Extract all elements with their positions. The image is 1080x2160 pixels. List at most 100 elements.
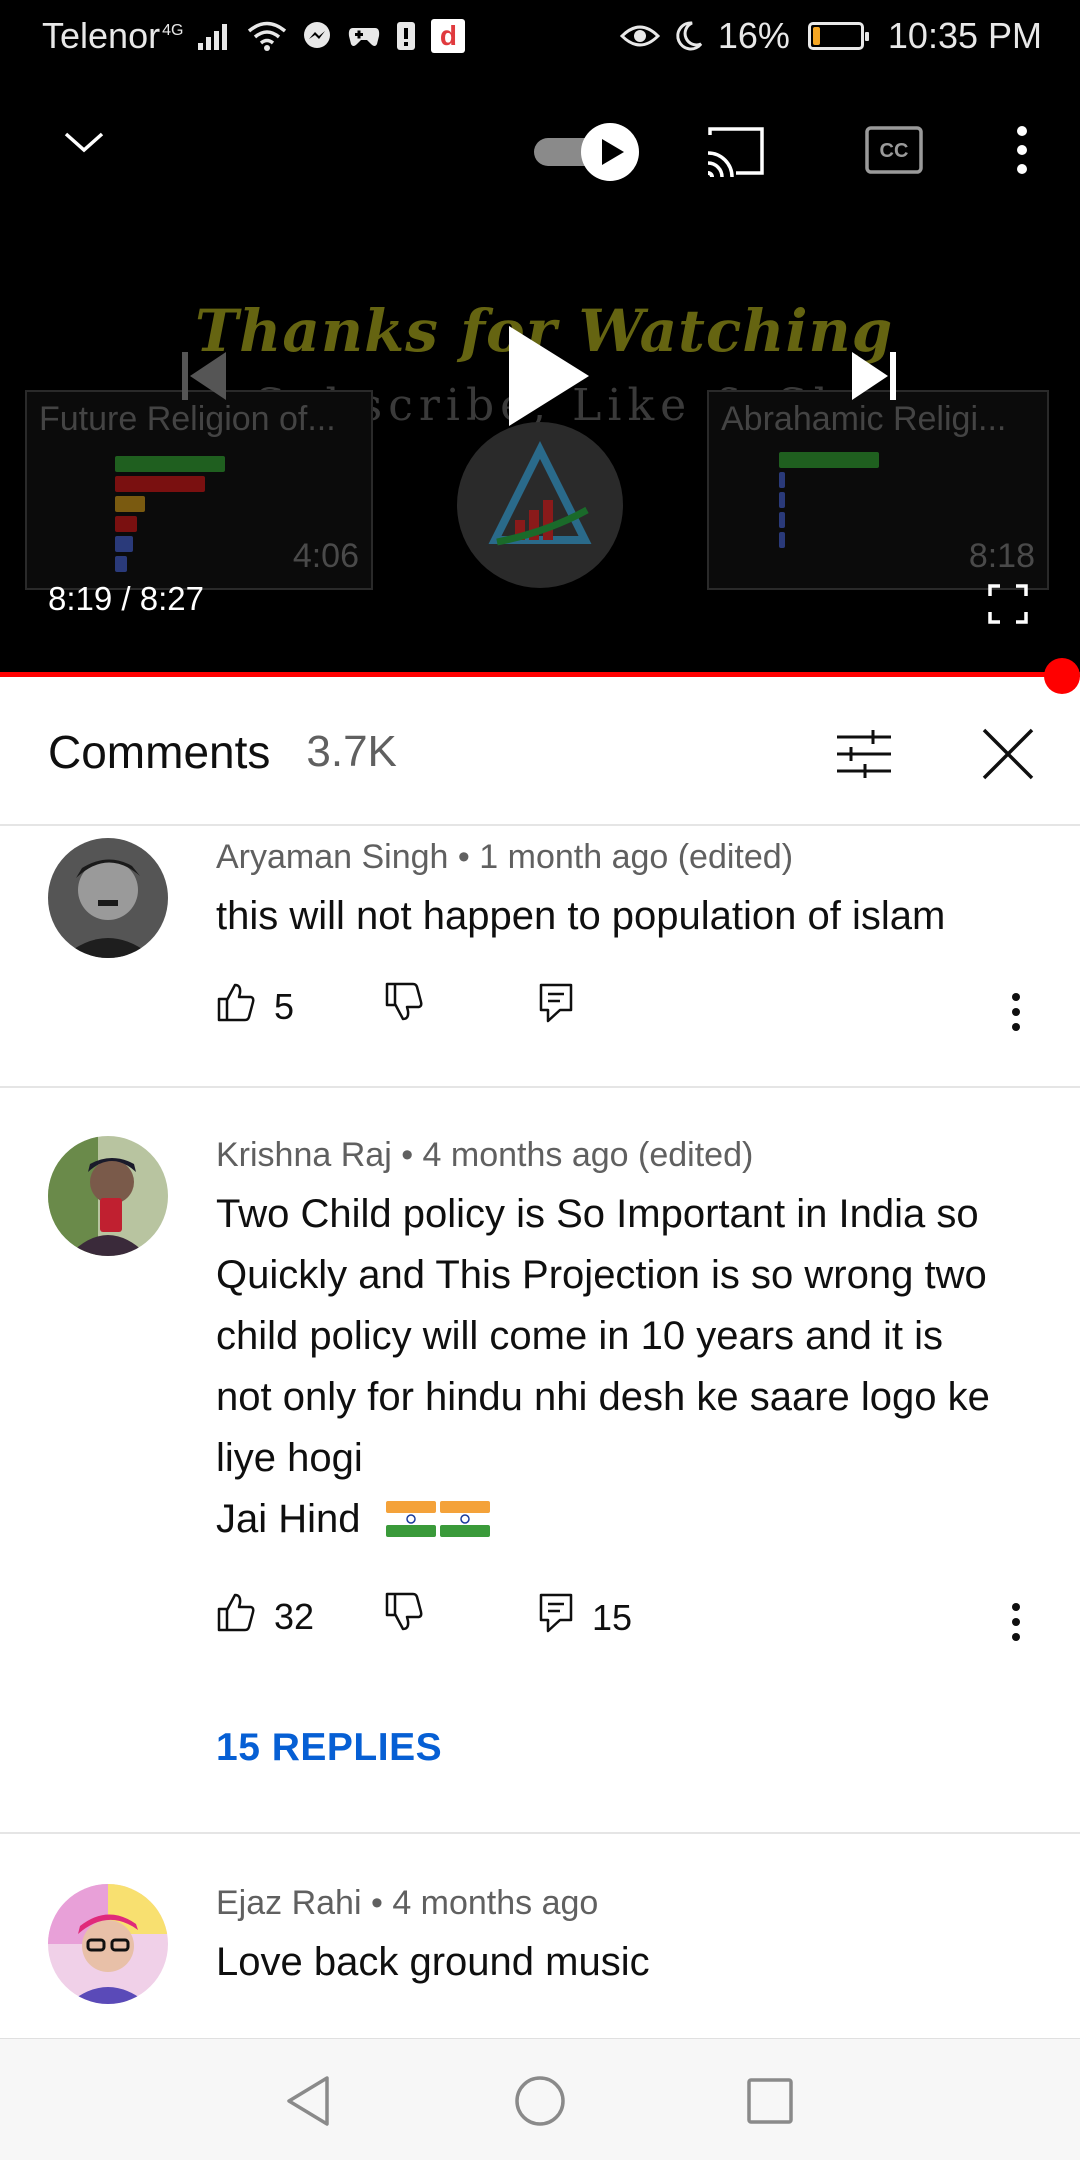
video-player[interactable]: Thanks for Watching Subscribe, Like & Sh… — [0, 72, 1080, 677]
collapse-chevron-icon[interactable] — [54, 112, 114, 172]
eye-comfort-icon — [619, 22, 660, 50]
svg-text:CC: CC — [880, 140, 909, 162]
battery-icon — [807, 22, 869, 50]
autoplay-toggle-icon[interactable] — [532, 122, 642, 182]
reply-icon — [538, 1592, 574, 1643]
daraz-app-icon: d — [431, 19, 466, 53]
battery-percent: 16% — [717, 15, 790, 56]
reply-count: 15 — [592, 1596, 633, 1638]
thumbs-down-icon — [384, 1592, 424, 1641]
home-icon[interactable] — [508, 2069, 572, 2133]
game-icon — [347, 22, 381, 50]
comment-meta: Ejaz Rahi • 4 months ago — [216, 1884, 598, 1923]
recents-icon[interactable] — [738, 2069, 802, 2133]
reply-button[interactable] — [538, 982, 574, 1033]
system-navigation-bar — [0, 2038, 1080, 2160]
thumb-bar — [115, 456, 225, 472]
current-time: 8:19 — [48, 580, 113, 617]
comment-line-with-flags: Jai Hind — [216, 1489, 1036, 1550]
comment-line: not only for hindu nhi desh ke saare log… — [216, 1375, 990, 1419]
battery-level — [812, 27, 821, 45]
comments-header: Comments 3.7K — [0, 680, 1080, 826]
thumbs-up-icon — [216, 1592, 256, 1641]
network-type: 4G — [162, 22, 184, 39]
comment-author[interactable]: Ejaz Rahi — [216, 1884, 362, 1922]
signal-icon — [197, 21, 233, 51]
time-separator: / — [112, 580, 140, 617]
comment-meta: Aryaman Singh • 1 month ago (edited) — [216, 838, 793, 877]
captions-icon[interactable]: CC — [862, 122, 926, 178]
next-icon[interactable] — [842, 344, 906, 408]
more-vert-icon[interactable] — [1006, 120, 1038, 180]
play-icon[interactable] — [500, 320, 596, 432]
like-count: 5 — [274, 985, 295, 1027]
like-button[interactable]: 5 — [216, 982, 294, 1031]
comment-actions: 5 — [216, 982, 1036, 1042]
dislike-button[interactable] — [384, 1592, 424, 1641]
comment-meta: Krishna Raj • 4 months ago (edited) — [216, 1136, 753, 1175]
back-icon[interactable] — [276, 2069, 340, 2133]
india-flag-emoji — [439, 1501, 490, 1537]
thumb-bar — [115, 536, 133, 552]
meta-separator: • — [361, 1884, 393, 1922]
comment-text: this will not happen to population of is… — [216, 886, 1036, 947]
close-icon[interactable] — [978, 724, 1038, 784]
more-vert-icon[interactable] — [996, 982, 1036, 1042]
progress-bar[interactable] — [0, 672, 1080, 677]
comment-author[interactable]: Aryaman Singh — [216, 838, 448, 876]
channel-logo — [457, 422, 623, 588]
thumb-bar — [779, 492, 785, 508]
thumb-bar — [779, 452, 879, 468]
reply-icon — [538, 982, 574, 1033]
messenger-icon — [301, 20, 333, 52]
dislike-button[interactable] — [384, 982, 424, 1031]
like-button[interactable]: 32 — [216, 1592, 314, 1641]
reply-button[interactable]: 15 — [538, 1592, 632, 1643]
more-vert-icon[interactable] — [996, 1592, 1036, 1652]
comment-actions: 32 15 — [216, 1592, 1036, 1652]
india-flag-emoji — [385, 1501, 436, 1537]
comment-item: Ejaz Rahi • 4 months ago Love back groun… — [0, 1834, 1080, 2038]
thumb-bar — [115, 556, 127, 572]
meta-separator: • — [448, 838, 480, 876]
comment-text: Love back ground music — [216, 1932, 1036, 1993]
comment-author[interactable]: Krishna Raj — [216, 1136, 392, 1174]
previous-icon[interactable] — [172, 344, 236, 408]
thumb-bar — [115, 476, 205, 492]
thumb-bar — [779, 512, 785, 528]
thumb-bar — [115, 516, 137, 532]
suggested-video-right[interactable]: Abrahamic Religi... 8:18 — [707, 390, 1049, 590]
status-bar-left: Telenor 4G d — [42, 15, 466, 57]
total-time: 8:27 — [139, 580, 204, 617]
suggested-video-left[interactable]: Future Religion of... 4:06 — [25, 390, 373, 590]
cast-icon[interactable] — [700, 120, 770, 182]
comment-line: Love back ground music — [216, 1940, 650, 1984]
comments-title: Comments — [48, 726, 271, 778]
progress-bar-fill — [0, 672, 1063, 677]
thumbs-up-icon — [216, 982, 256, 1031]
avatar[interactable] — [48, 1884, 168, 2004]
comment-line: Jai Hind — [216, 1497, 361, 1541]
thumb-bar — [115, 496, 145, 512]
comment-age: 4 months ago (edited) — [422, 1136, 754, 1174]
carrier-name: Telenor 4G — [42, 15, 184, 56]
sort-filter-icon[interactable] — [834, 724, 894, 784]
suggested-video-left-duration: 4:06 — [292, 537, 359, 575]
moon-icon — [674, 20, 704, 52]
meta-separator: • — [391, 1136, 423, 1174]
view-replies-link[interactable]: 15 REPLIES — [216, 1726, 442, 1770]
avatar[interactable] — [48, 1136, 168, 1256]
comment-line: Two Child policy is So Important in Indi… — [216, 1192, 979, 1236]
comment-age: 1 month ago (edited) — [479, 838, 794, 876]
status-bar-right: 16% 10:35 PM — [619, 15, 1042, 57]
thumb-bar — [779, 532, 785, 548]
fullscreen-icon[interactable] — [982, 578, 1034, 630]
comment-line: liye hogi — [216, 1436, 363, 1480]
like-count: 32 — [274, 1595, 315, 1637]
comment-line: child policy will come in 10 years and i… — [216, 1314, 943, 1358]
comment-text: Two Child policy is So Important in Indi… — [216, 1184, 1036, 1550]
comment-item: Krishna Raj • 4 months ago (edited) Two … — [0, 1088, 1080, 1834]
thumb-bar — [779, 472, 785, 488]
avatar[interactable] — [48, 838, 168, 958]
comments-count: 3.7K — [306, 727, 397, 776]
